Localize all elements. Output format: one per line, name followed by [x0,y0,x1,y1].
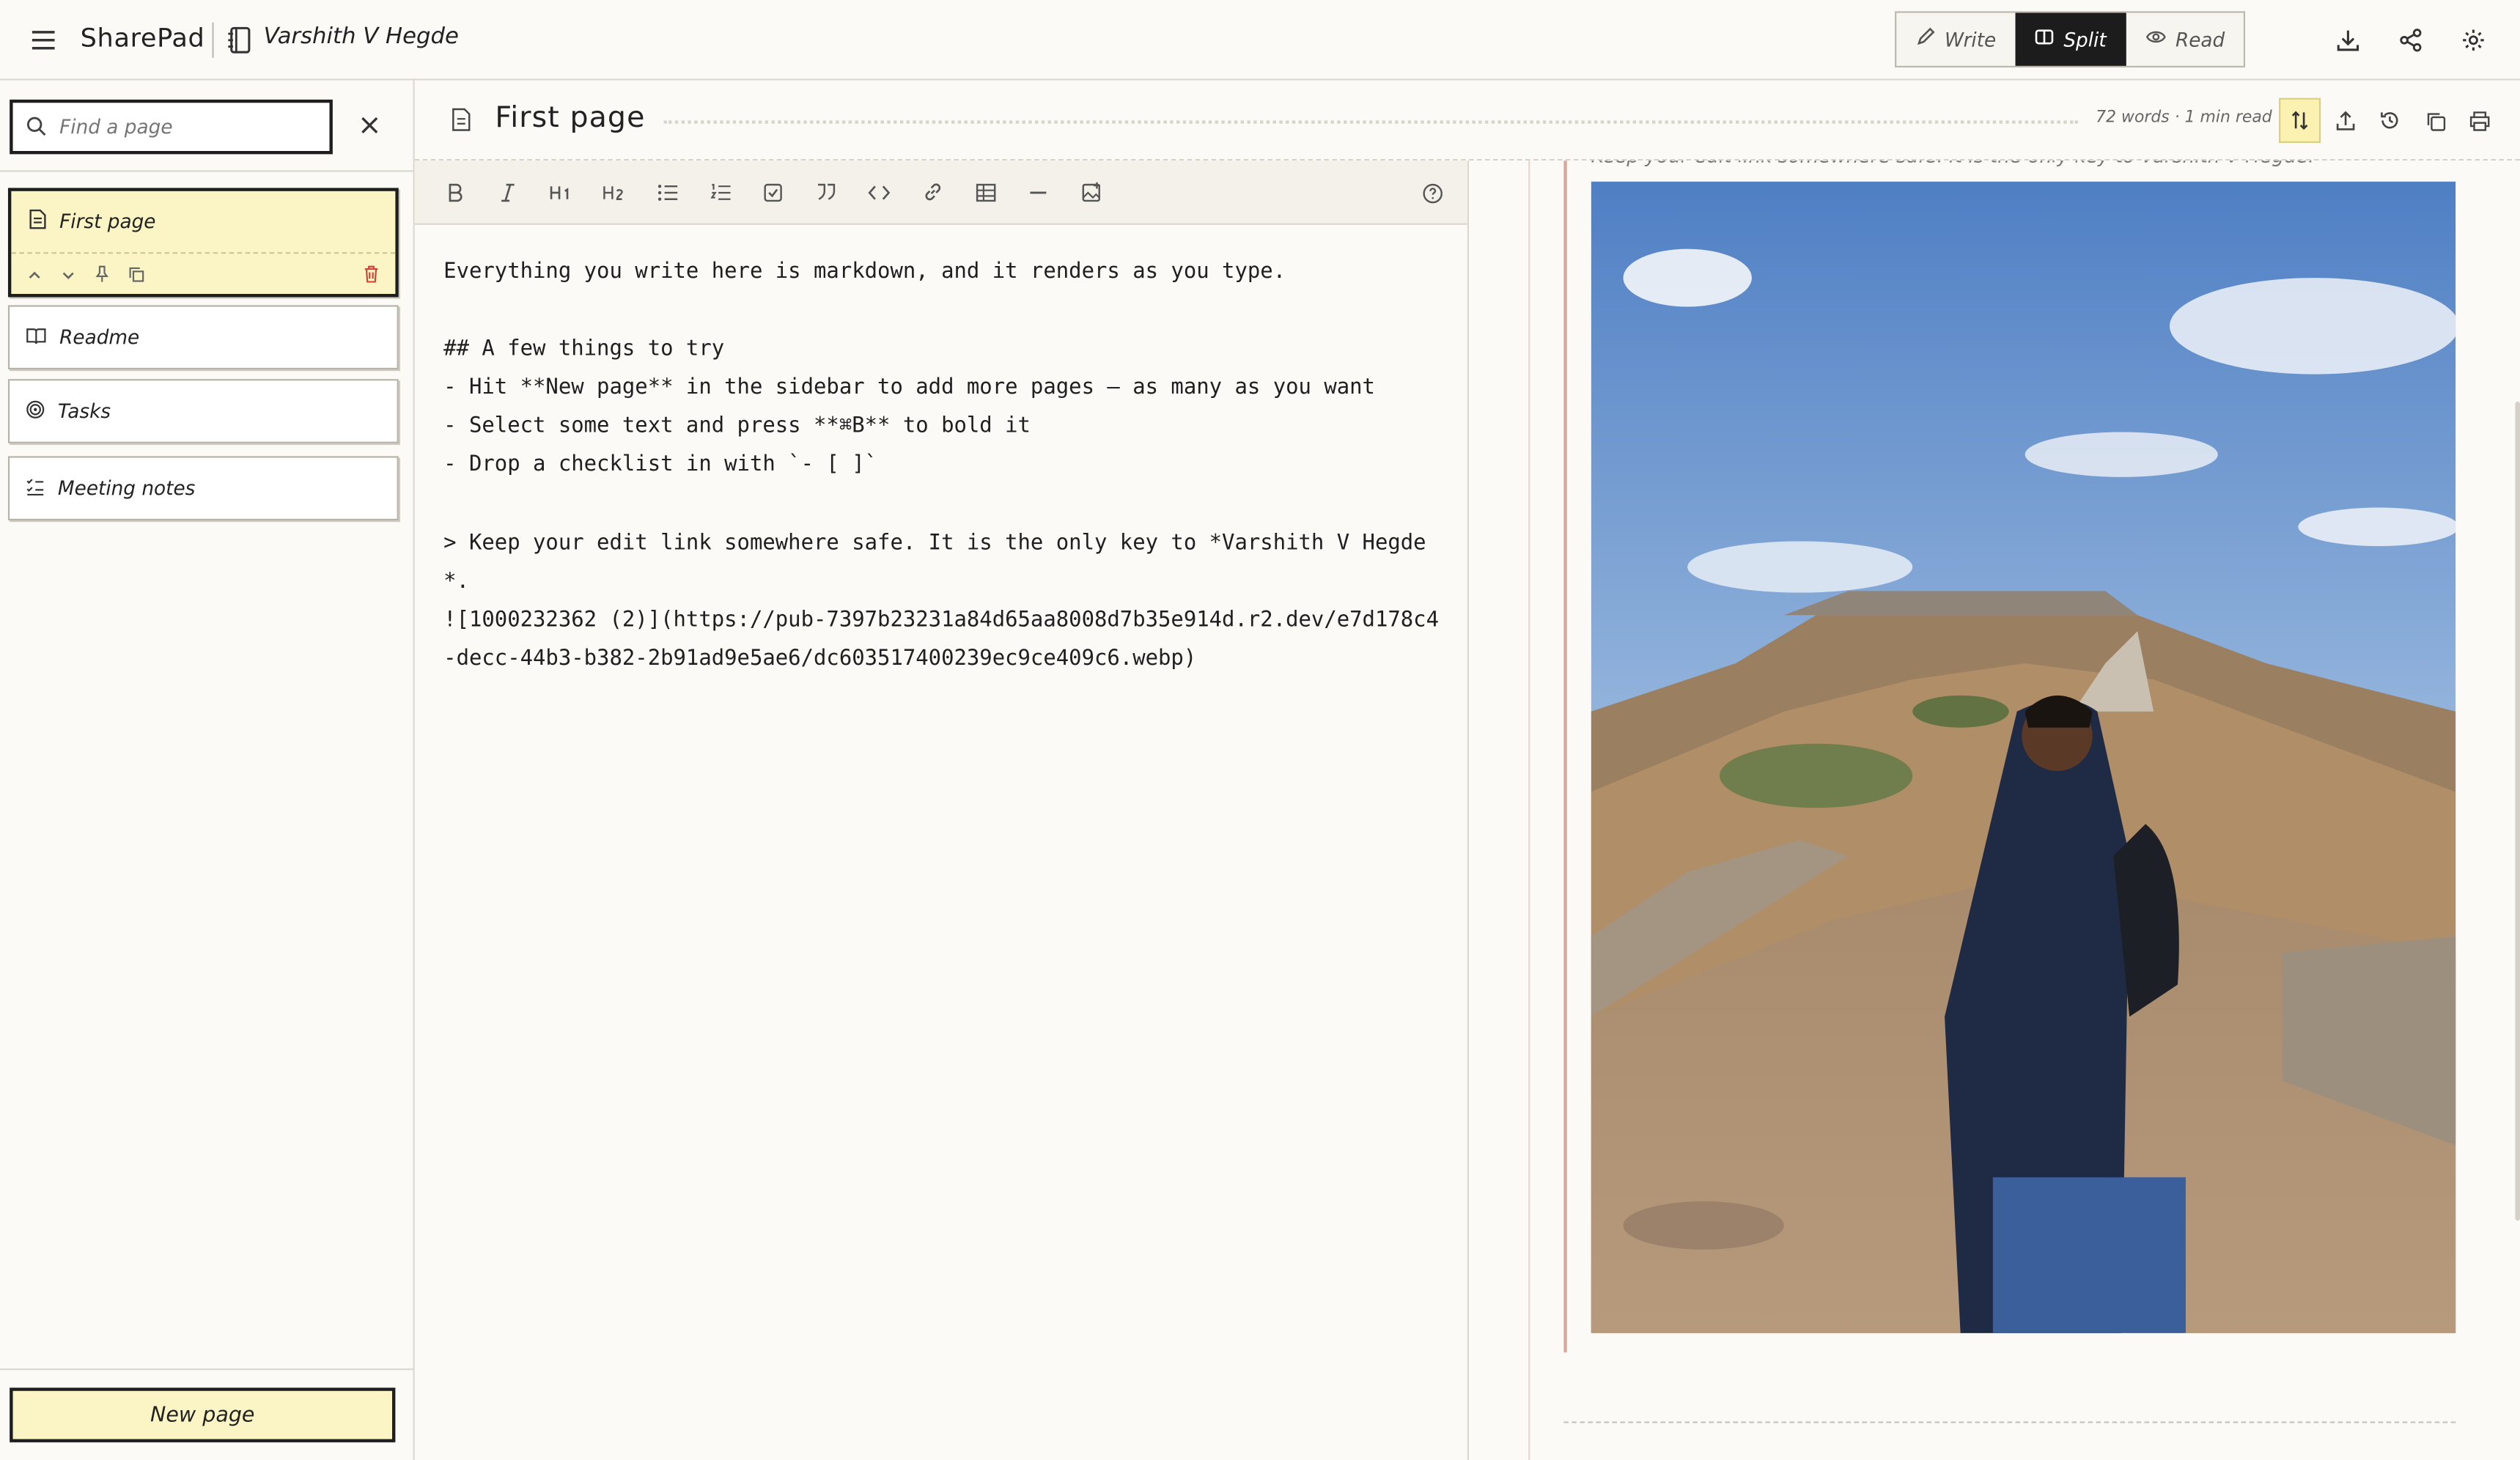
notebook-icon [222,23,257,58]
heading2-icon[interactable] [596,174,631,210]
page-actions [11,252,396,294]
table-icon[interactable] [968,174,1003,210]
history-icon[interactable] [2369,98,2411,143]
write-mode-label: Write [1945,28,1997,51]
top-bar: SharePad Varshith V Hegde Write Split Re… [0,0,2520,81]
preview-image [1591,181,2456,1333]
sidebar-item-meeting-notes[interactable]: Meeting notes [7,456,399,521]
markdown-editor: Everything you write here is markdown, a… [414,161,1470,1460]
sidebar-divider [0,170,413,172]
document-icon [450,108,473,139]
split-icon [2035,27,2054,51]
checkbox-icon[interactable] [756,174,791,210]
move-up-icon[interactable] [27,259,42,290]
download-icon[interactable] [2330,23,2365,58]
split-mode-button[interactable]: Split [2015,12,2126,66]
document-icon [27,209,46,235]
bullet-list-icon[interactable] [649,174,685,210]
pin-icon[interactable] [95,259,109,290]
page-label: Meeting notes [57,476,196,500]
title-separator [212,22,214,58]
export-icon[interactable] [2324,98,2365,143]
heading1-icon[interactable] [543,174,578,210]
preview-scrollbar[interactable] [2515,401,2520,1221]
target-icon [26,399,45,424]
page-label: First page [59,210,156,233]
split-mode-label: Split [2063,28,2107,51]
blockquote-border [1563,161,1567,1353]
new-page-button[interactable]: New page [10,1387,396,1442]
image-icon[interactable] [1074,174,1109,210]
page-row[interactable]: First page [11,191,395,252]
trash-icon[interactable] [364,259,380,290]
gear-icon[interactable] [2455,23,2491,58]
title-dotted-rule [663,120,2079,124]
search-box[interactable] [10,99,333,155]
eye-icon [2145,27,2166,51]
sidebar-item-tasks[interactable]: Tasks [7,379,399,443]
duplicate-icon[interactable] [128,259,144,290]
move-down-icon[interactable] [61,259,75,290]
pencil-icon [1916,27,1935,51]
numbered-list-icon[interactable] [702,174,737,210]
sidebar-footer-divider [0,1368,413,1371]
app-name[interactable]: SharePad [81,23,205,54]
word-count: 72 words · 1 min read [2096,109,2272,128]
print-icon[interactable] [2459,98,2501,143]
page-header: First page 72 words · 1 min read [414,80,2520,161]
link-icon[interactable] [915,174,950,210]
sidebar-item-readme[interactable]: Readme [7,305,399,370]
markdown-preview: Keep your edit link somewhere safe. It i… [1469,161,2520,1460]
format-toolbar [414,161,1467,225]
read-mode-button[interactable]: Read [2126,13,2244,66]
close-search-icon[interactable] [353,109,386,141]
notebook-name[interactable]: Varshith V Hegde [264,24,459,50]
page-label: Readme [59,325,140,349]
page-label: Tasks [57,399,111,423]
copy-icon[interactable] [2414,98,2455,143]
quote-icon[interactable] [808,174,844,210]
view-mode-switch: Write Split Read [1895,11,2246,68]
sidebar-item-first-page[interactable]: First page [7,188,399,298]
book-icon [26,325,47,350]
page-title[interactable]: First page [495,101,645,135]
bold-icon[interactable] [437,174,472,210]
share-icon[interactable] [2393,23,2428,58]
help-icon[interactable] [1414,175,1449,210]
editor-textarea[interactable]: Everything you write here is markdown, a… [443,254,1440,679]
sidebar: First page Readme Tasks [0,80,415,1460]
write-mode-button[interactable]: Write [1896,13,2015,66]
read-mode-label: Read [2175,28,2225,51]
preview-blockquote: Keep your edit link somewhere safe. It i… [1591,161,2315,167]
checklist-icon [26,476,45,501]
italic-icon[interactable] [490,174,526,210]
sort-icon[interactable] [2279,97,2321,144]
code-icon[interactable] [861,174,896,210]
search-input[interactable] [59,115,317,139]
hamburger-menu-icon[interactable] [26,23,61,58]
horizontal-rule-icon[interactable] [1020,174,1055,210]
search-icon [26,111,47,142]
preview-horizontal-rule [1563,1421,2456,1423]
margin-line [1528,161,1530,1460]
